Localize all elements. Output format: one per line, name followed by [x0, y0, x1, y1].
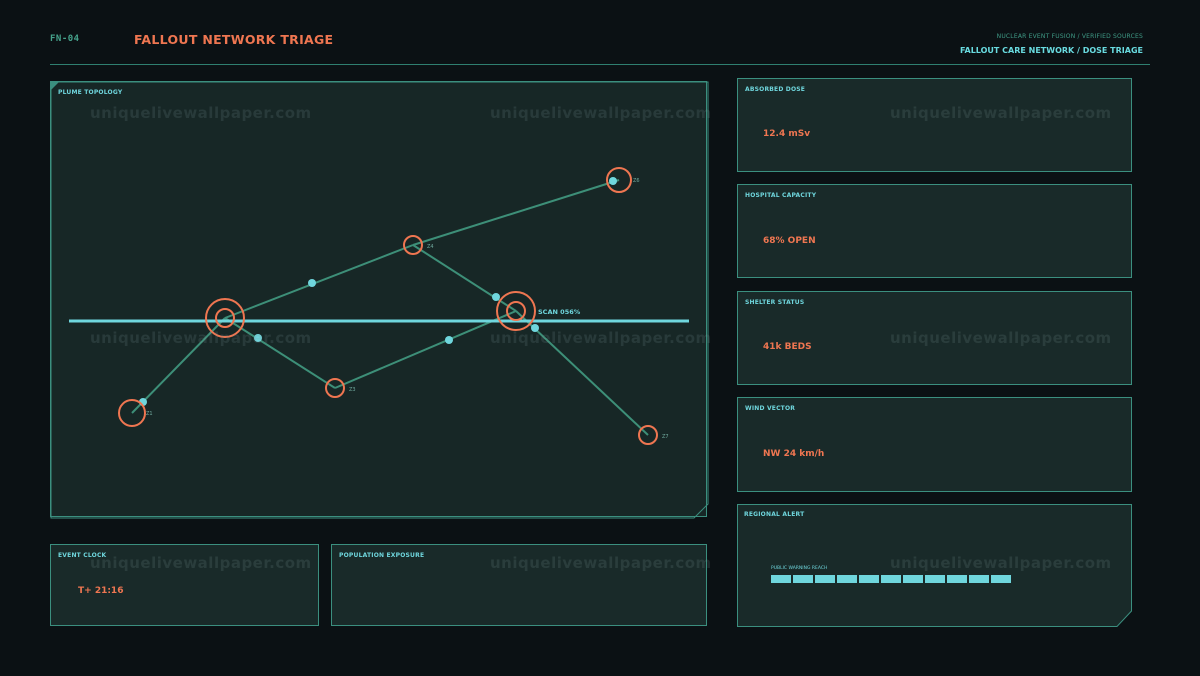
reach-segment: [771, 575, 791, 583]
zone-label-z1: Z1: [146, 411, 153, 417]
relay-dot: [308, 279, 316, 287]
public-warning-reach-bar: [771, 575, 1011, 583]
hospital-capacity-label: HOSPITAL CAPACITY: [745, 192, 817, 199]
wind-vector-value: NW 24 km/h: [763, 449, 825, 459]
network-title: FALLOUT CARE NETWORK / DOSE TRIAGE: [959, 46, 1143, 55]
relay-dot: [254, 334, 262, 342]
absorbed-dose-panel: ABSORBED DOSE 12.4 mSv: [737, 78, 1132, 172]
zone-label-z3: Z3: [349, 387, 356, 393]
wind-vector-panel: WIND VECTOR NW 24 km/h: [737, 397, 1132, 492]
topology-graph: Z1 Z3 Z4 Z6 Z7 SCAN 056%: [69, 167, 689, 445]
link-z4-z6: [412, 179, 620, 246]
plume-topology-panel: PLUME TOPOLOGY Z1 Z3 Z4 Z6 Z7 SCAN 056%: [50, 81, 709, 519]
reach-segment: [859, 575, 879, 583]
reach-segment: [881, 575, 901, 583]
link-z3-scan: [334, 310, 517, 389]
hospital-capacity-value: 68% OPEN: [763, 236, 816, 246]
page-title: FALLOUT NETWORK TRIAGE: [134, 32, 334, 47]
shelter-status-value: 41k BEDS: [763, 342, 812, 352]
shelter-status-panel: SHELTER STATUS 41k BEDS: [737, 291, 1132, 385]
reach-segment: [969, 575, 989, 583]
population-exposure-label: POPULATION EXPOSURE: [339, 552, 425, 559]
reach-segment: [793, 575, 813, 583]
public-warning-reach-label: PUBLIC WARNING REACH: [771, 566, 828, 571]
relay-dot: [531, 324, 539, 332]
header-divider: [50, 64, 1150, 65]
relay-dot: [609, 177, 617, 185]
reach-segment: [815, 575, 835, 583]
shelter-status-label: SHELTER STATUS: [745, 299, 805, 306]
reach-segment: [837, 575, 857, 583]
link-hub-z4: [224, 244, 414, 319]
wind-vector-label: WIND VECTOR: [745, 405, 796, 412]
reach-segment: [925, 575, 945, 583]
event-clock-panel: EVENT CLOCK T+ 21:16: [50, 544, 319, 626]
scan-readout: SCAN 056%: [538, 308, 581, 316]
regional-alert-panel: REGIONAL ALERT PUBLIC WARNING REACH: [737, 504, 1132, 627]
zone-label-z7: Z7: [662, 434, 669, 440]
relay-dot: [492, 293, 500, 301]
reach-segment: [947, 575, 967, 583]
absorbed-dose-value: 12.4 mSv: [763, 129, 811, 139]
zone-label-z4: Z4: [427, 244, 434, 250]
screen-code: FN-04: [50, 34, 80, 44]
population-exposure-panel: POPULATION EXPOSURE: [331, 544, 707, 626]
reach-segment: [903, 575, 923, 583]
zone-label-z6: Z6: [633, 178, 640, 184]
event-clock-label: EVENT CLOCK: [58, 552, 107, 559]
regional-alert-label: REGIONAL ALERT: [744, 511, 805, 518]
relay-dot: [445, 336, 453, 344]
hospital-capacity-panel: HOSPITAL CAPACITY 68% OPEN: [737, 184, 1132, 278]
reach-segment: [991, 575, 1011, 583]
header-subtitle: NUCLEAR EVENT FUSION / VERIFIED SOURCES: [996, 33, 1143, 40]
absorbed-dose-label: ABSORBED DOSE: [745, 86, 806, 93]
event-clock-value: T+ 21:16: [78, 586, 124, 596]
